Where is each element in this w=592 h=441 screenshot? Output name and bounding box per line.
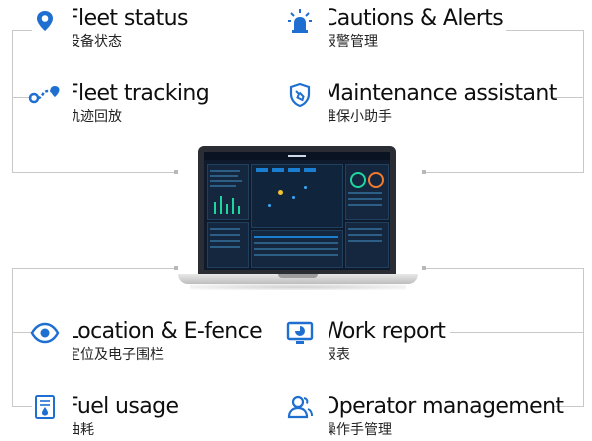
monitor-chart-icon bbox=[283, 318, 317, 348]
connector-dot bbox=[422, 266, 426, 270]
connector-line bbox=[424, 172, 584, 173]
dashboard-screenshot bbox=[204, 152, 390, 270]
crop-mask bbox=[64, 394, 73, 438]
crop-mask bbox=[320, 319, 329, 363]
crop-mask bbox=[320, 394, 329, 438]
connector-line bbox=[12, 172, 175, 173]
feature-subtitle: 报警管理 bbox=[322, 34, 378, 50]
feature-subtitle: 轨迹回放 bbox=[66, 109, 122, 125]
feature-title: Operator management bbox=[322, 394, 564, 419]
crop-mask bbox=[64, 81, 73, 125]
feature-subtitle: 维保小助手 bbox=[322, 109, 392, 125]
users-icon bbox=[283, 392, 317, 422]
crop-mask bbox=[320, 6, 329, 50]
connector-line bbox=[12, 268, 175, 269]
laptop-shadow bbox=[190, 284, 406, 290]
feature-title: Fleet tracking bbox=[66, 81, 210, 106]
connector-line bbox=[12, 30, 13, 172]
connector-dot bbox=[422, 170, 426, 174]
connector-line bbox=[506, 30, 584, 31]
alarm-light-icon bbox=[283, 6, 317, 36]
laptop-screen-frame bbox=[198, 146, 396, 274]
laptop-notch bbox=[278, 274, 318, 278]
feature-title: Work report bbox=[322, 319, 446, 344]
wrench-shield-icon bbox=[283, 80, 317, 110]
feature-subtitle: 定位及电子围栏 bbox=[66, 347, 164, 363]
route-icon bbox=[28, 80, 62, 110]
eye-icon bbox=[28, 318, 62, 348]
crop-mask bbox=[64, 6, 73, 50]
feature-title: Fuel usage bbox=[66, 394, 179, 419]
connector-line bbox=[583, 268, 584, 407]
feature-title: Location & E-fence bbox=[66, 319, 263, 344]
feature-title: Cautions & Alerts bbox=[322, 6, 504, 31]
connector-line bbox=[583, 30, 584, 172]
feature-title: Maintenance assistant bbox=[322, 81, 557, 106]
crop-mask bbox=[64, 319, 73, 363]
feature-title: Fleet status bbox=[66, 6, 188, 31]
connector-line bbox=[12, 268, 13, 407]
feature-subtitle: 操作手管理 bbox=[322, 422, 392, 438]
connector-line bbox=[450, 332, 584, 333]
crop-mask bbox=[320, 81, 329, 125]
feature-subtitle: 设备状态 bbox=[66, 34, 122, 50]
fuel-doc-icon bbox=[28, 392, 62, 422]
location-pin-icon bbox=[28, 6, 62, 36]
laptop-image bbox=[178, 146, 418, 292]
connector-line bbox=[424, 268, 584, 269]
